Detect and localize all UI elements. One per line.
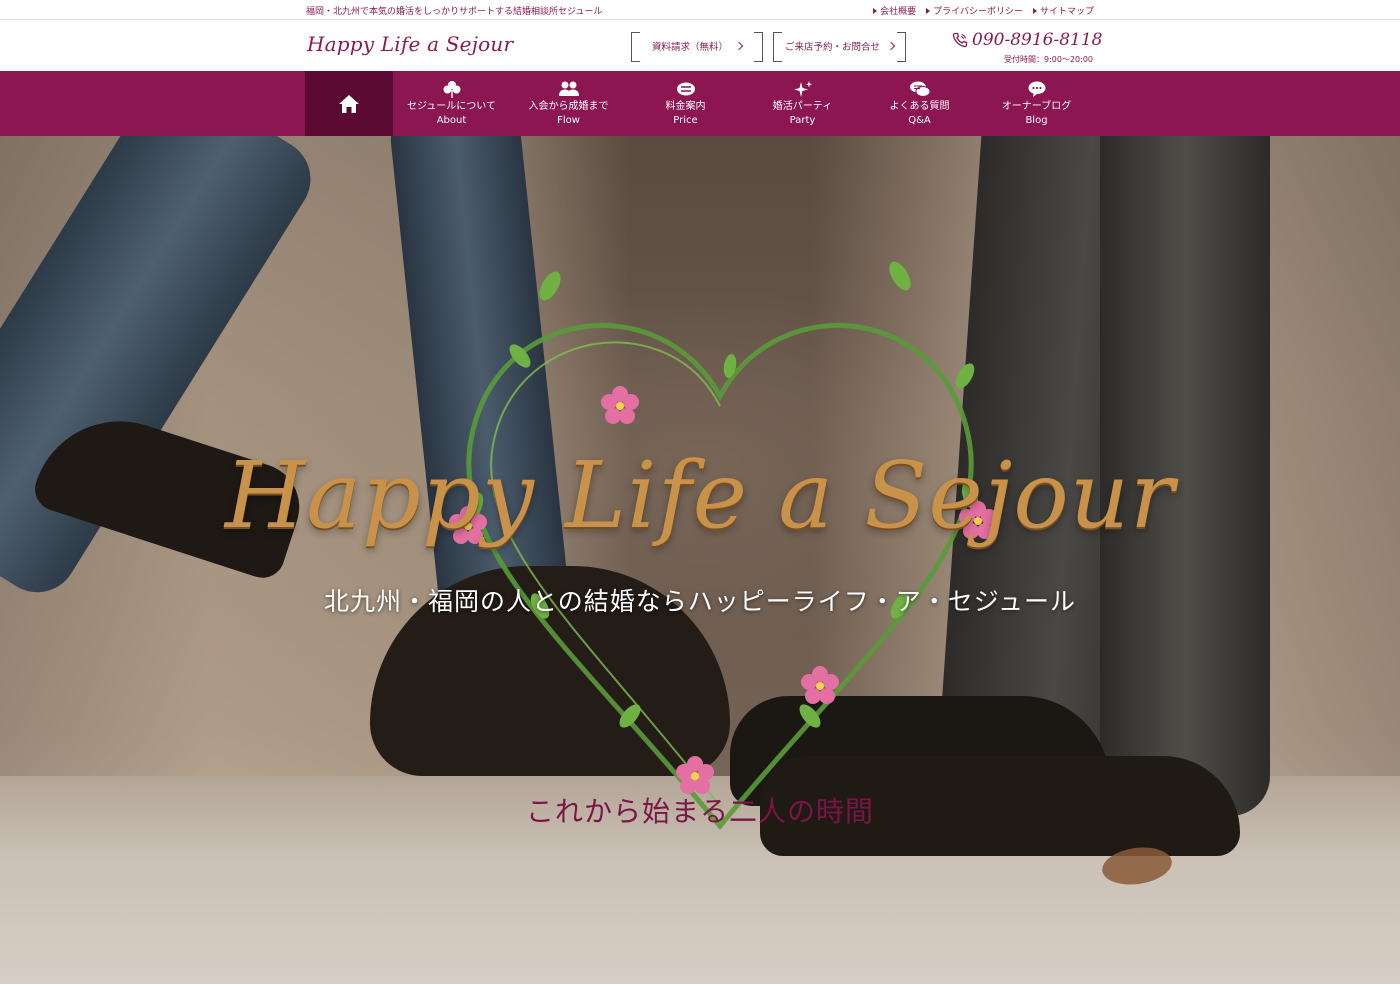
nav-party-en: Party [789, 115, 816, 126]
clover-icon [442, 80, 462, 98]
people-icon [558, 80, 580, 98]
link-privacy[interactable]: プライバシーポリシー [926, 4, 1023, 17]
main-nav: セジュールについて About 入会から成婚まで Flow 料金案内 Price… [0, 71, 1400, 136]
site-logo[interactable]: Happy Life a Sejour [307, 32, 513, 56]
nav-about-en: About [436, 115, 467, 126]
phone-hours: 受付時間：9:00〜20:00 [1004, 55, 1094, 64]
speech-bubble-icon [1027, 80, 1047, 98]
hero-banner: Happy Life a Sejour 北九州・福岡の人との結婚ならハッピーライ… [0, 136, 1400, 984]
nav-item-party[interactable]: 婚活パーティ Party [744, 71, 861, 136]
link-company[interactable]: 会社概要 [873, 4, 916, 17]
nav-blog-en: Blog [1025, 115, 1048, 126]
reservation-contact-label: ご来店予約・お問合せ [784, 42, 880, 53]
nav-flow-en: Flow [557, 115, 580, 126]
phone-number-text: 090-8916-8118 [972, 30, 1103, 50]
nav-item-blog[interactable]: オーナーブログ Blog [978, 71, 1095, 136]
home-icon [339, 94, 359, 113]
link-sitemap[interactable]: サイトマップ [1032, 4, 1094, 17]
hero-title: Happy Life a Sejour [224, 442, 1176, 549]
chevron-right-icon [886, 41, 896, 51]
nav-price-jp: 料金案内 [665, 101, 706, 112]
triangle-right-icon [926, 7, 931, 14]
nav-about-jp: セジュールについて [407, 101, 496, 112]
triangle-right-icon [1032, 7, 1037, 14]
phone-icon [952, 32, 968, 48]
nav-item-price[interactable]: 料金案内 Price [627, 71, 744, 136]
phone-number[interactable]: 090-8916-8118 [952, 30, 1102, 50]
nav-item-flow[interactable]: 入会から成婚まで Flow [510, 71, 627, 136]
nav-home[interactable] [305, 71, 393, 136]
site-tagline: 福岡・北九州で本気の婚活をしっかりサポートする結婚相談所セジュール [306, 7, 603, 17]
money-icon [675, 80, 697, 98]
nav-flow-jp: 入会から成婚まで [528, 101, 609, 112]
request-brochure-button[interactable]: 資料請求（無料） [631, 32, 763, 62]
nav-party-jp: 婚活パーティ [772, 101, 833, 112]
triangle-right-icon [873, 7, 878, 14]
nav-qa-en: Q&A [908, 115, 931, 126]
chat-bubbles-icon [909, 80, 931, 98]
site-header: Happy Life a Sejour 資料請求（無料） ご来店予約・お問合せ … [0, 20, 1400, 71]
hero-catchphrase: これから始まる二人の時間 [525, 795, 874, 828]
hero-subtitle: 北九州・福岡の人との結婚ならハッピーライフ・ア・セジュール [323, 587, 1076, 616]
nav-qa-jp: よくある質問 [889, 101, 950, 112]
chevron-right-icon [734, 41, 744, 51]
nav-blog-jp: オーナーブログ [1001, 101, 1072, 112]
top-utility-bar: 福岡・北九州で本気の婚活をしっかりサポートする結婚相談所セジュール 会社概要 プ… [0, 0, 1400, 20]
sparkle-icon [792, 80, 814, 98]
request-brochure-label: 資料請求（無料） [651, 42, 728, 53]
nav-item-about[interactable]: セジュールについて About [393, 71, 510, 136]
nav-price-en: Price [673, 115, 698, 126]
reservation-contact-button[interactable]: ご来店予約・お問合せ [773, 32, 906, 62]
utility-links: 会社概要 プライバシーポリシー サイトマップ [873, 4, 1094, 17]
nav-item-qa[interactable]: よくある質問 Q&A [861, 71, 978, 136]
